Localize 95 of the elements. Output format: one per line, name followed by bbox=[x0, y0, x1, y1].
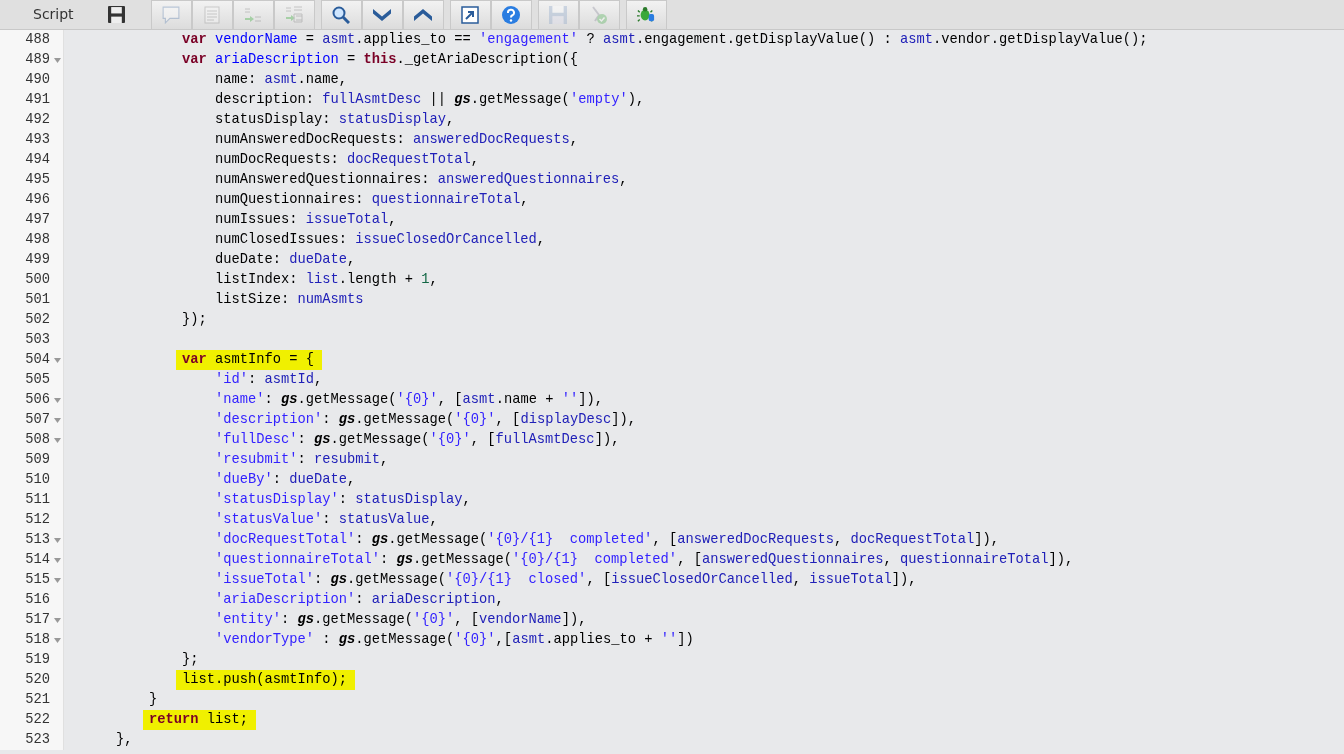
line-number: 502 bbox=[24, 311, 50, 329]
fold-arrow-icon[interactable] bbox=[54, 437, 61, 443]
line-number: 522 bbox=[24, 711, 50, 729]
line-number: 500 bbox=[24, 271, 50, 289]
line-number: 519 bbox=[24, 651, 50, 669]
line-number: 512 bbox=[24, 511, 50, 529]
line-number: 510 bbox=[24, 471, 50, 489]
code-line: numIssues: issueTotal, bbox=[215, 211, 397, 229]
line-number: 490 bbox=[24, 71, 50, 89]
code-line: 'docRequestTotal': gs.getMessage('{0}/{1} completed', [answeredDocRequests, docRequestTotal]), bbox=[215, 531, 999, 549]
code-line: var ariaDescription = this._getAriaDescription({ bbox=[182, 51, 579, 69]
search-icon bbox=[332, 5, 351, 24]
line-number: 506 bbox=[24, 391, 50, 409]
line-number: 503 bbox=[24, 331, 50, 349]
help-button[interactable] bbox=[490, 0, 532, 30]
chevron-down-button[interactable] bbox=[361, 0, 403, 30]
line-number: 491 bbox=[24, 91, 50, 109]
line-number: 492 bbox=[24, 111, 50, 129]
line-number: 523 bbox=[24, 731, 50, 749]
code-line: dueDate: dueDate, bbox=[215, 251, 356, 269]
line-number: 493 bbox=[24, 131, 50, 149]
text-lines-icon bbox=[204, 5, 221, 24]
code-line: numQuestionnaires: questionnaireTotal, bbox=[215, 191, 529, 209]
code-line: 'name': gs.getMessage('{0}', [asmt.name + '']), bbox=[215, 391, 603, 409]
line-number: 509 bbox=[24, 451, 50, 469]
code-line: listSize: numAsmts bbox=[215, 291, 364, 309]
fold-arrow-icon[interactable] bbox=[54, 397, 61, 403]
code-line: }); bbox=[182, 311, 207, 329]
line-number: 518 bbox=[24, 631, 50, 649]
line-number: 507 bbox=[24, 411, 50, 429]
code-line: var vendorName = asmt.applies_to == 'engagement' ? asmt.engagement.getDisplayValue() : asmt.vendor.getDisplayValue(); bbox=[182, 31, 1148, 49]
replace-all-icon bbox=[285, 6, 304, 23]
code-line: 'fullDesc': gs.getMessage('{0}', [fullAsmtDesc]), bbox=[215, 431, 620, 449]
script-title: Script bbox=[33, 5, 74, 24]
line-number: 521 bbox=[24, 691, 50, 709]
line-number: 489 bbox=[24, 51, 50, 69]
line-number: 504 bbox=[24, 351, 50, 369]
line-number: 516 bbox=[24, 591, 50, 609]
fold-arrow-icon[interactable] bbox=[54, 617, 61, 623]
code-line: listIndex: list.length + 1, bbox=[215, 271, 438, 289]
fold-arrow-icon[interactable] bbox=[54, 417, 61, 423]
code-line: 'id': asmtId, bbox=[215, 371, 323, 389]
line-number: 494 bbox=[24, 151, 50, 169]
bug-button[interactable] bbox=[625, 0, 667, 30]
code-line: 'description': gs.getMessage('{0}', [displayDesc]), bbox=[215, 411, 636, 429]
chevron-up-icon bbox=[414, 8, 433, 21]
fold-arrow-icon[interactable] bbox=[54, 57, 61, 63]
line-number: 498 bbox=[24, 231, 50, 249]
replace-text-icon bbox=[244, 7, 263, 22]
code-line: } bbox=[149, 691, 158, 709]
code-line: }, bbox=[116, 731, 133, 749]
code-line: 'resubmit': resubmit, bbox=[215, 451, 389, 469]
line-number: 517 bbox=[24, 611, 50, 629]
code-line: 'vendorType' : gs.getMessage('{0}',[asmt.applies_to + '']) bbox=[215, 631, 694, 649]
code-line: numAnsweredDocRequests: answeredDocRequests, bbox=[215, 131, 579, 149]
line-number: 515 bbox=[24, 571, 50, 589]
line-number: 501 bbox=[24, 291, 50, 309]
code-line: 'questionnaireTotal': gs.getMessage('{0}/{1} completed', [answeredQuestionnaires, questionnaireTotal]), bbox=[215, 551, 1074, 569]
fold-arrow-icon[interactable] bbox=[54, 557, 61, 563]
line-number: 513 bbox=[24, 531, 50, 549]
code-line: 'statusDisplay': statusDisplay, bbox=[215, 491, 471, 509]
code-line: statusDisplay: statusDisplay, bbox=[215, 111, 455, 129]
code-line: description: fullAsmtDesc || gs.getMessage('empty'), bbox=[215, 91, 645, 109]
code-line: }; bbox=[182, 651, 199, 669]
script-check-icon bbox=[591, 5, 608, 24]
line-number: 499 bbox=[24, 251, 50, 269]
fold-arrow-icon[interactable] bbox=[54, 357, 61, 363]
code-line: 'dueBy': dueDate, bbox=[215, 471, 356, 489]
expand-arrow-button[interactable] bbox=[449, 0, 491, 30]
code-line: name: asmt.name, bbox=[215, 71, 348, 89]
line-number: 520 bbox=[24, 671, 50, 689]
line-number: 505 bbox=[24, 371, 50, 389]
code-line: numAnsweredQuestionnaires: answeredQuestionnaires, bbox=[215, 171, 628, 189]
line-number: 508 bbox=[24, 431, 50, 449]
search-button[interactable] bbox=[320, 0, 362, 30]
line-number: 497 bbox=[24, 211, 50, 229]
chevron-down-icon bbox=[373, 8, 392, 21]
speech-bubble-icon bbox=[162, 5, 181, 24]
line-number: 511 bbox=[24, 491, 50, 509]
fold-arrow-icon[interactable] bbox=[54, 537, 61, 543]
fold-arrow-icon[interactable] bbox=[54, 637, 61, 643]
chevron-up-button[interactable] bbox=[402, 0, 444, 30]
bug-icon bbox=[637, 6, 656, 23]
code-line: 'entity': gs.getMessage('{0}', [vendorName]), bbox=[215, 611, 587, 629]
help-icon bbox=[502, 5, 521, 24]
code-line: numClosedIssues: issueClosedOrCancelled, bbox=[215, 231, 546, 249]
line-number: 495 bbox=[24, 171, 50, 189]
line-number: 496 bbox=[24, 191, 50, 209]
code-line: 'statusValue': statusValue, bbox=[215, 511, 438, 529]
fold-arrow-icon[interactable] bbox=[54, 577, 61, 583]
code-line: 'ariaDescription': ariaDescription, bbox=[215, 591, 504, 609]
line-number: 488 bbox=[24, 31, 50, 49]
line-number: 514 bbox=[24, 551, 50, 569]
code-line: numDocRequests: docRequestTotal, bbox=[215, 151, 480, 169]
code-line: 'issueTotal': gs.getMessage('{0}/{1} closed', [issueClosedOrCancelled, issueTotal]), bbox=[215, 571, 917, 589]
